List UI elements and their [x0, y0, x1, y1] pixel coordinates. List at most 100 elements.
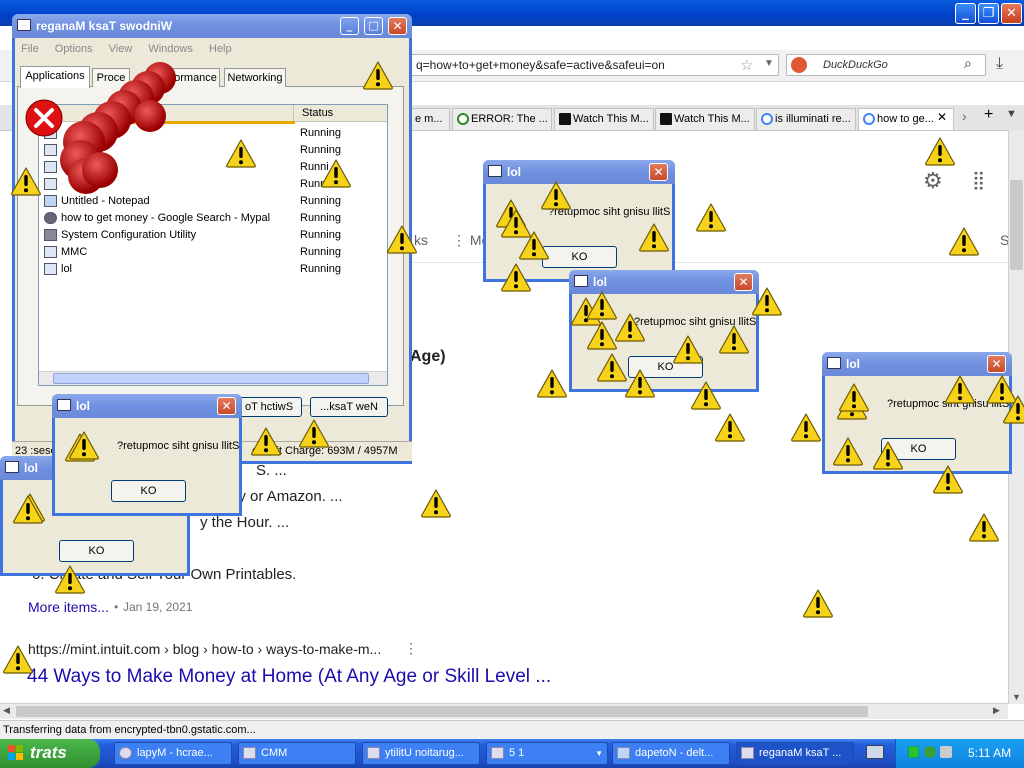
address-bar[interactable]: q=how+to+get+money&safe=active&safeui=on: [405, 54, 779, 76]
result-url[interactable]: https://mint.intuit.com › blog › how-to …: [28, 641, 381, 657]
scroll-down-icon[interactable]: ▼: [1012, 692, 1021, 702]
mmc-icon: [44, 246, 57, 258]
search-box[interactable]: DuckDuckGo: [786, 54, 986, 76]
network-icon[interactable]: [908, 746, 919, 758]
dialog-title: lol: [593, 275, 607, 289]
horizontal-scrollbar[interactable]: ◀ ▶: [0, 703, 1008, 719]
maximize-button[interactable]: ❐: [978, 3, 999, 24]
google-icon: [761, 113, 773, 125]
taskbar-item-group[interactable]: 5 1 ▼: [486, 742, 608, 765]
dialog-title: lol: [24, 461, 38, 475]
minimize-button[interactable]: _: [340, 17, 359, 35]
keyboard-icon[interactable]: [866, 745, 884, 759]
snippet-date: Jan 19, 2021: [123, 600, 193, 614]
window-title: reganaM ksaT swodniW: [36, 19, 173, 33]
tab[interactable]: e m...: [410, 108, 450, 130]
speaker-icon[interactable]: [940, 746, 952, 758]
ok-button[interactable]: KO: [542, 246, 617, 268]
table-row[interactable]: how to get money - Google Search - Mypal…: [39, 210, 387, 227]
close-button[interactable]: ✕: [217, 397, 236, 415]
list-hscrollbar[interactable]: [39, 371, 387, 385]
taskbar-item-label: dapetoN - delt...: [635, 747, 714, 759]
menu-help[interactable]: Help: [209, 43, 232, 55]
chevron-down-icon[interactable]: ▼: [764, 58, 774, 69]
menu-options[interactable]: Options: [55, 43, 93, 55]
minimize-button[interactable]: _: [955, 3, 976, 24]
table-row[interactable]: MMC Running: [39, 244, 387, 261]
warning-icon: [420, 488, 452, 518]
new-tab-icon[interactable]: +: [984, 106, 993, 124]
warning-icon: [10, 166, 42, 196]
more-vert-icon[interactable]: ⋮: [404, 640, 418, 657]
warning-icon: [672, 334, 704, 364]
snippet-text: ay or Amazon. ...: [230, 488, 343, 505]
snippet-text: y the Hour. ...: [200, 514, 290, 531]
warning-icon: [838, 382, 870, 412]
table-row[interactable]: System Configuration Utility Running: [39, 227, 387, 244]
tab-close-icon[interactable]: ✕: [937, 110, 947, 124]
warning-icon: [714, 412, 746, 442]
dialog-titlebar[interactable]: lol ✕: [483, 160, 675, 184]
warning-icon: [362, 60, 394, 90]
warning-icon: [298, 418, 330, 448]
tab-list-icon[interactable]: ▼: [1006, 108, 1017, 120]
menu-windows[interactable]: Windows: [148, 43, 193, 55]
tab-scroll-icon[interactable]: ›: [962, 108, 967, 124]
menu-bar: File Options View Windows Help: [13, 40, 410, 58]
tab-networking[interactable]: Networking: [224, 68, 286, 87]
table-row[interactable]: lol Running: [39, 261, 387, 278]
warning-icon: [751, 286, 783, 316]
task-manager-titlebar[interactable]: reganaM ksaT swodniW _ □ ✕: [12, 14, 412, 38]
dialog-title: lol: [846, 357, 860, 371]
warning-icon: [250, 426, 282, 456]
close-button[interactable]: ✕: [987, 355, 1006, 373]
taskbar-item[interactable]: dapetoN - delt...: [612, 742, 730, 765]
tab[interactable]: is illuminati re...: [756, 108, 856, 130]
clock[interactable]: 5:11 AM: [968, 746, 1011, 760]
settings-gear-icon[interactable]: ⚙: [923, 168, 943, 194]
new-task-button[interactable]: ...ksaT weN: [310, 397, 388, 417]
apps-grid-icon[interactable]: ⣿: [972, 170, 985, 191]
warning-icon: [12, 494, 44, 524]
tab[interactable]: ERROR: The ...: [452, 108, 552, 130]
taskbar-item[interactable]: CMM: [238, 742, 356, 765]
taskbar-item-label: reganaM ksaT ...: [759, 747, 842, 759]
bookmark-star-icon[interactable]: ☆: [740, 56, 753, 74]
result-title-link[interactable]: 44 Ways to Make Money at Home (At Any Ag…: [27, 666, 551, 688]
more-items-link[interactable]: More items...: [28, 599, 109, 615]
taskbar-item[interactable]: ytilitU noitarug...: [362, 742, 480, 765]
duckduckgo-icon: [791, 57, 807, 73]
warning-icon: [386, 224, 418, 254]
tab-label: how to ge...: [877, 113, 934, 125]
warning-icon: [614, 312, 646, 342]
status-bar: Transferring data from encrypted-tbn0.gs…: [0, 720, 1024, 739]
switch-to-button[interactable]: oT hctiwS: [236, 397, 302, 417]
taskbar-item[interactable]: lapyM - hcrae...: [114, 742, 232, 765]
video-icon: [559, 113, 571, 125]
warning-icon: [968, 512, 1000, 542]
dialog-title: lol: [76, 399, 90, 413]
ok-button[interactable]: KO: [111, 480, 186, 502]
close-button[interactable]: ✕: [1001, 3, 1022, 24]
close-button[interactable]: ✕: [649, 163, 668, 181]
search-icon[interactable]: ⌕: [964, 55, 972, 72]
warning-icon: [872, 440, 904, 470]
column-status[interactable]: Status: [293, 105, 333, 122]
taskbar-item-active[interactable]: reganaM ksaT ...: [736, 742, 854, 765]
tab-label: ERROR: The ...: [471, 113, 548, 125]
ok-button[interactable]: KO: [59, 540, 134, 562]
tab[interactable]: Watch This M...: [554, 108, 654, 130]
taskbar-item-label: lapyM - hcrae...: [137, 747, 213, 759]
warning-icon: [68, 430, 100, 460]
dialog-titlebar[interactable]: lol ✕: [52, 394, 242, 418]
tab[interactable]: Watch This M...: [655, 108, 755, 130]
warning-icon: [500, 208, 532, 238]
download-icon[interactable]: ⤓: [996, 55, 1003, 73]
menu-view[interactable]: View: [109, 43, 133, 55]
tray-icon[interactable]: [924, 746, 936, 758]
dialog-titlebar[interactable]: lol ✕: [822, 352, 1012, 376]
table-row[interactable]: Untitled - Notepad Running: [39, 193, 387, 210]
close-button[interactable]: ✕: [388, 17, 407, 35]
maximize-button[interactable]: □: [364, 17, 383, 35]
menu-file[interactable]: File: [21, 43, 39, 55]
